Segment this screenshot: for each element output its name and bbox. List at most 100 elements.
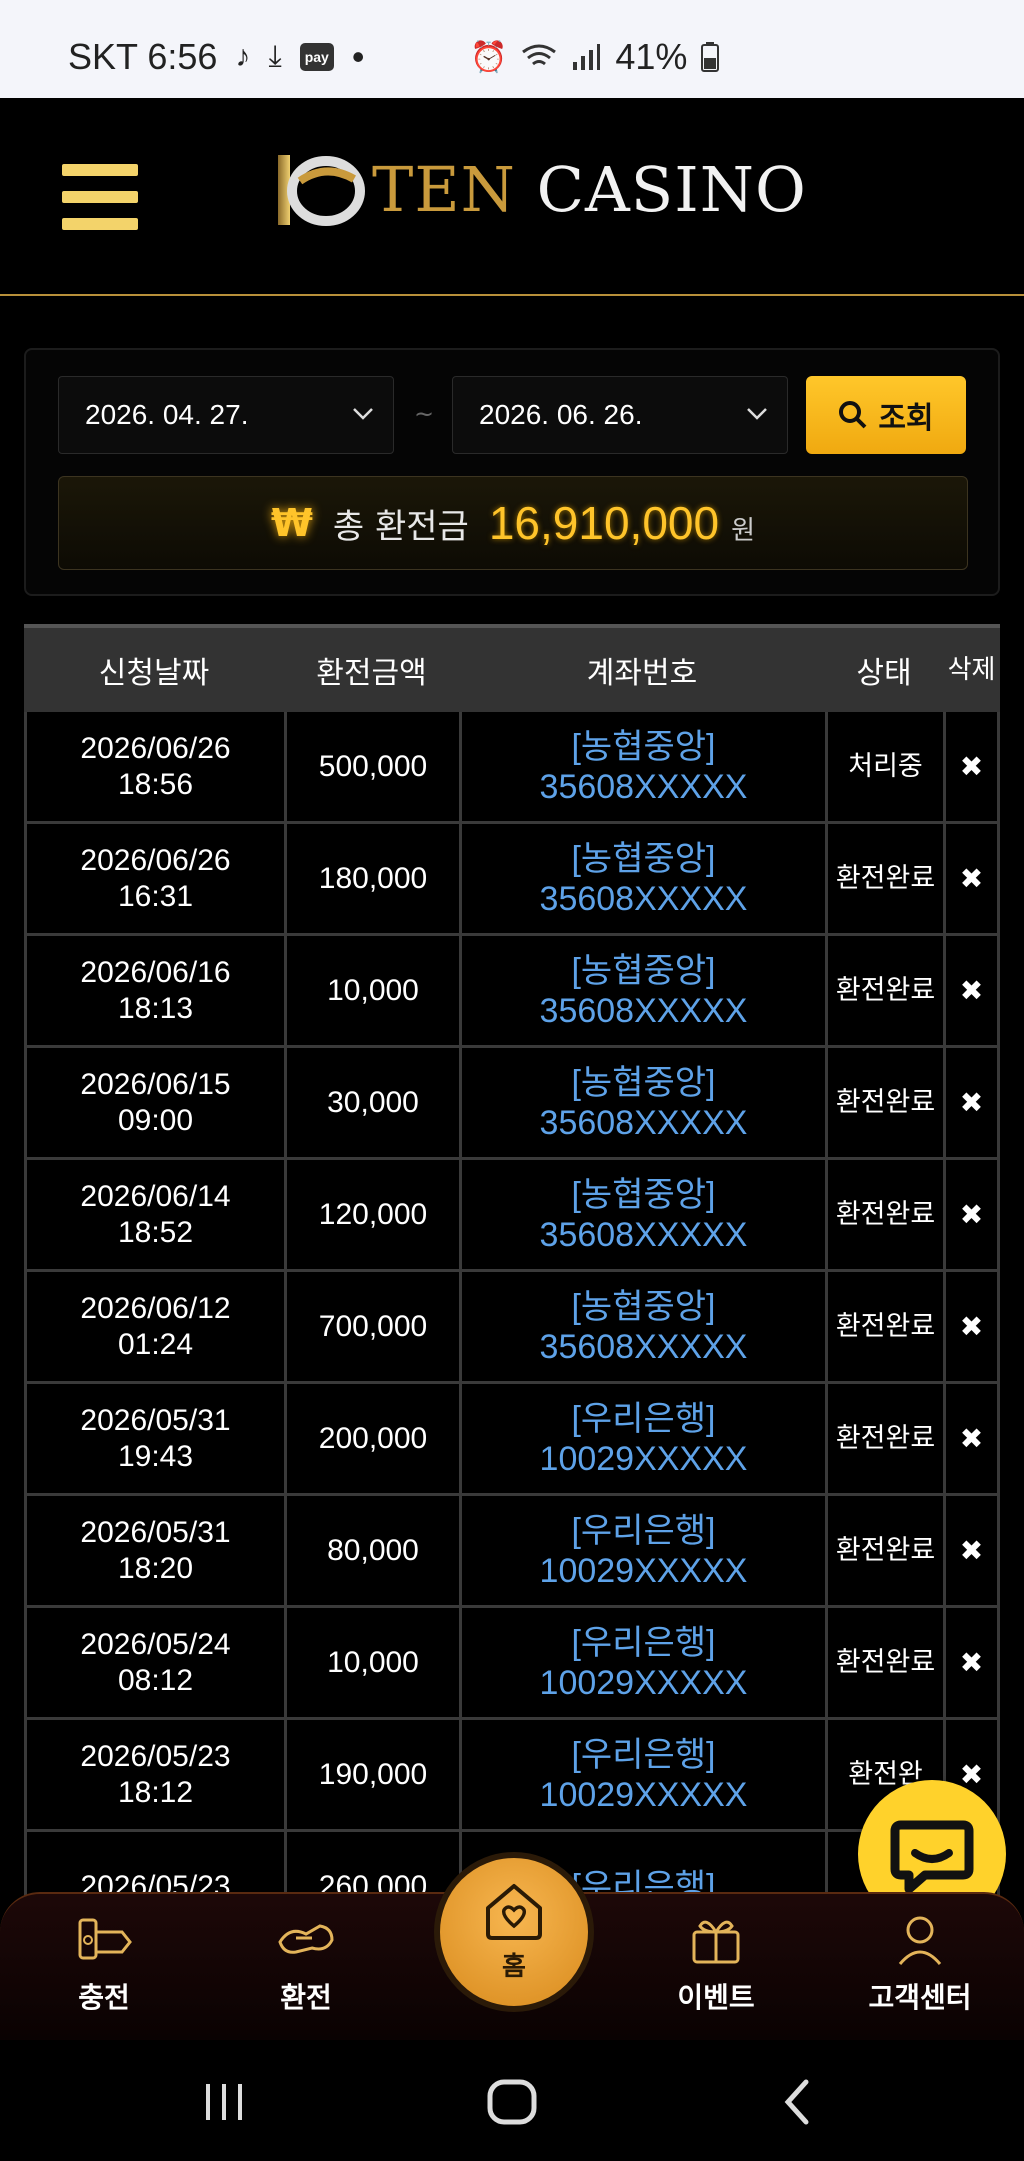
- cell-amount: 10,000: [284, 936, 459, 1045]
- table-row: 2026/06/15 09:00 30,000 [농협중앙] 35608XXXXX 환전완…: [24, 1048, 1000, 1160]
- cell-account[interactable]: [농협중앙] 35608XXXXX: [459, 936, 825, 1045]
- exchange-amount: 120,000: [318, 1197, 428, 1231]
- request-time: 08:12: [117, 1663, 194, 1697]
- request-time: 16:31: [117, 879, 194, 913]
- cell-delete: ✖: [943, 1608, 1000, 1717]
- request-date: 2026/06/26: [80, 843, 231, 877]
- header-date: 신청날짜: [98, 656, 210, 691]
- delete-icon[interactable]: ✖: [960, 1198, 983, 1231]
- account-number: 35608XXXXX: [539, 1103, 748, 1142]
- cell-amount: 190,000: [284, 1720, 459, 1829]
- won-icon: ₩: [270, 501, 313, 545]
- delete-icon[interactable]: ✖: [960, 1534, 983, 1567]
- cell-date: 2026/05/31 18:20: [24, 1496, 284, 1605]
- status-right: ⏰ 41%: [470, 36, 720, 78]
- exchange-icon: [278, 1924, 334, 1954]
- cell-amount: 700,000: [284, 1272, 459, 1381]
- request-date: 2026/06/26: [80, 731, 231, 765]
- chevron-down-icon: [353, 408, 373, 420]
- delete-icon[interactable]: ✖: [960, 1646, 983, 1679]
- delete-icon[interactable]: ✖: [960, 750, 983, 783]
- status-text: 환전완료: [835, 1086, 936, 1118]
- exchange-history-table: 신청날짜 환전금액 계좌번호 상태 삭제 2026/06/26 18:56 500,…: [24, 624, 1000, 1944]
- exchange-amount: 180,000: [318, 861, 428, 895]
- cell-account[interactable]: [우리은행] 10029XXXXX: [459, 1384, 825, 1493]
- nav-event[interactable]: 이벤트: [646, 1912, 786, 2016]
- status-text: 환전완료: [835, 1310, 936, 1342]
- delete-icon[interactable]: ✖: [960, 862, 983, 895]
- nav-exchange[interactable]: 환전: [236, 1912, 376, 2016]
- battery-icon: [701, 42, 720, 72]
- cell-status: 환전완료: [825, 1048, 943, 1157]
- account-number: 35608XXXXX: [539, 879, 748, 918]
- end-date-select[interactable]: 2026. 06. 26.: [452, 376, 788, 454]
- account-number: 35608XXXXX: [539, 991, 748, 1030]
- header-delete: 삭제: [947, 655, 996, 685]
- bank-name: [우리은행]: [571, 1399, 716, 1438]
- menu-hamburger-icon[interactable]: [62, 164, 138, 230]
- cell-amount: 180,000: [284, 824, 459, 933]
- cell-amount: 80,000: [284, 1496, 459, 1605]
- bank-name: [농협중앙]: [571, 951, 716, 990]
- cell-account[interactable]: [농협중앙] 35608XXXXX: [459, 1048, 825, 1157]
- support-icon: [898, 1916, 942, 1965]
- table-body: 2026/06/26 18:56 500,000 [농협중앙] 35608XXXXX 처리…: [24, 712, 1000, 1944]
- cell-amount: 30,000: [284, 1048, 459, 1157]
- cell-account[interactable]: [농협중앙] 35608XXXXX: [459, 1160, 825, 1269]
- start-date-select[interactable]: 2026. 04. 27.: [58, 376, 394, 454]
- home-system-icon[interactable]: [486, 2078, 538, 2126]
- cell-account[interactable]: [농협중앙] 35608XXXXX: [459, 712, 825, 821]
- total-label: 총 환전금: [332, 506, 469, 547]
- table-row: 2026/06/26 18:56 500,000 [농협중앙] 35608XXXXX 처리…: [24, 712, 1000, 824]
- cell-delete: ✖: [943, 936, 1000, 1045]
- table-row: 2026/05/31 19:43 200,000 [우리은행] 10029XXXXX 환전…: [24, 1384, 1000, 1496]
- cell-delete: ✖: [943, 1272, 1000, 1381]
- back-icon[interactable]: [780, 2078, 814, 2126]
- delete-icon[interactable]: ✖: [960, 974, 983, 1007]
- exchange-amount: 500,000: [318, 749, 428, 783]
- account-number: 35608XXXXX: [539, 1215, 748, 1254]
- delete-icon[interactable]: ✖: [960, 1422, 983, 1455]
- cell-account[interactable]: [농협중앙] 35608XXXXX: [459, 1272, 825, 1381]
- cell-account[interactable]: [우리은행] 10029XXXXX: [459, 1720, 825, 1829]
- date-separator: ~: [414, 400, 435, 428]
- signal-icon: [573, 44, 601, 70]
- request-date: 2026/06/16: [80, 955, 231, 989]
- account-number: 35608XXXXX: [539, 767, 748, 806]
- recent-apps-icon[interactable]: [200, 2078, 248, 2126]
- request-time: 18:13: [117, 991, 194, 1025]
- request-time: 18:12: [117, 1775, 194, 1809]
- site-logo[interactable]: TEN CASINO: [270, 134, 807, 244]
- logo-mark-icon: [278, 155, 365, 226]
- cell-amount: 10,000: [284, 1608, 459, 1717]
- cell-date: 2026/06/15 09:00: [24, 1048, 284, 1157]
- delete-icon[interactable]: ✖: [960, 1310, 983, 1343]
- cell-date: 2026/06/14 18:52: [24, 1160, 284, 1269]
- pay-icon: pay: [299, 43, 334, 71]
- cell-amount: 120,000: [284, 1160, 459, 1269]
- battery-percent: 41%: [615, 36, 688, 77]
- search-panel: 2026. 04. 27. ~ 2026. 06. 26. 조회 ₩ 총 환전금…: [24, 348, 1000, 596]
- cell-status: 환전완료: [825, 1496, 943, 1605]
- exchange-amount: 200,000: [318, 1421, 428, 1455]
- nav-support[interactable]: 고객센터: [850, 1912, 990, 2016]
- site-header: TEN CASINO: [0, 98, 1024, 296]
- nav-deposit-label: 충전: [78, 1981, 130, 2014]
- cell-amount: 500,000: [284, 712, 459, 821]
- cell-delete: ✖: [943, 712, 1000, 821]
- request-time: 19:43: [117, 1439, 194, 1473]
- bank-name: [농협중앙]: [571, 727, 716, 766]
- nav-home-button[interactable]: 홈: [434, 1852, 594, 2012]
- status-left: SKT 6:56 ♪ ⤓ pay •: [68, 36, 364, 78]
- total-exchange-summary: ₩ 총 환전금 16,910,000 원: [58, 476, 968, 570]
- cell-account[interactable]: [농협중앙] 35608XXXXX: [459, 824, 825, 933]
- search-button[interactable]: 조회: [806, 376, 966, 454]
- request-date: 2026/05/23: [80, 1739, 231, 1773]
- cell-account[interactable]: [우리은행] 10029XXXXX: [459, 1608, 825, 1717]
- search-icon: [839, 401, 867, 429]
- nav-deposit[interactable]: 충전: [34, 1912, 174, 2016]
- cell-status: 환전완료: [825, 936, 943, 1045]
- exchange-amount: 80,000: [327, 1533, 419, 1567]
- cell-account[interactable]: [우리은행] 10029XXXXX: [459, 1496, 825, 1605]
- delete-icon[interactable]: ✖: [960, 1086, 983, 1119]
